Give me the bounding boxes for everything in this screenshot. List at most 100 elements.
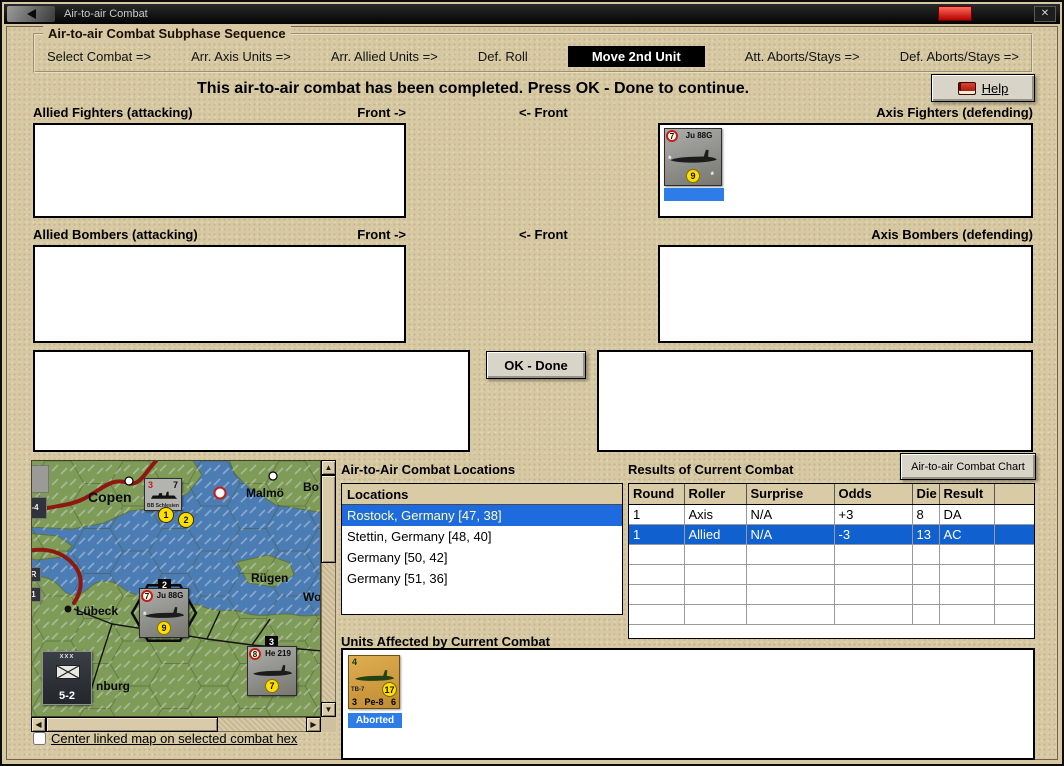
results-cell: +3 xyxy=(833,503,913,525)
results-column-header: Odds xyxy=(833,484,913,505)
combat-chart-button[interactable]: Air-to-air Combat Chart xyxy=(900,453,1036,480)
star-mark: * xyxy=(668,154,672,164)
map[interactable]: Copen Malmö Bo Rügen Wol Lübeck nburg 3 … xyxy=(31,460,321,717)
window-title: Air-to-air Combat xyxy=(64,8,148,20)
right-info-panel[interactable] xyxy=(597,350,1033,452)
results-cell: N/A xyxy=(745,503,835,525)
axis-bombers-panel[interactable] xyxy=(658,245,1033,343)
map-label-bo: Bo xyxy=(303,480,319,494)
results-column-header: Surprise xyxy=(745,484,835,505)
h-scrollbar-thumb[interactable] xyxy=(46,717,218,732)
map-marker-chip[interactable]: 2 xyxy=(178,512,194,528)
system-menu-icon[interactable] xyxy=(7,6,55,22)
star-mark: * xyxy=(710,170,714,180)
unit-name: Ju 88G xyxy=(685,131,713,140)
map-label-wol: Wol xyxy=(303,590,320,604)
unit-counter-pe8[interactable]: 4 TB-7 17 3 Pe-8 6 xyxy=(348,655,400,709)
scroll-up-button[interactable]: ▲ xyxy=(321,460,336,475)
results-cell: Axis xyxy=(683,503,747,525)
help-button[interactable]: Help xyxy=(931,74,1035,102)
allied-bombers-label: Allied Bombers (attacking) xyxy=(33,227,198,242)
results-cell: DA xyxy=(938,503,995,525)
air-to-air-badge: 8 xyxy=(249,648,261,660)
front-left-label-1: <- Front xyxy=(519,105,568,120)
map-horizontal-scrollbar[interactable]: ◀ ▶ xyxy=(31,717,321,732)
phase-arr-axis-units: Arr. Axis Units => xyxy=(191,49,291,64)
range-badge: 7 xyxy=(265,679,279,693)
v-scrollbar-thumb[interactable] xyxy=(321,475,336,563)
location-item[interactable]: Germany [50, 42] xyxy=(342,547,622,568)
results-cell: N/A xyxy=(745,523,835,545)
edge-counter: R xyxy=(32,567,41,582)
allied-fighters-label: Allied Fighters (attacking) xyxy=(33,105,193,120)
left-info-panel[interactable] xyxy=(33,350,470,452)
results-empty-row xyxy=(629,603,1034,625)
axis-fighters-label: Axis Fighters (defending) xyxy=(876,105,1033,120)
scroll-left-button[interactable]: ◀ xyxy=(31,717,46,732)
map-unit-ju88g[interactable]: 7 Ju 88G * 9 xyxy=(139,588,189,638)
results-cell: 13 xyxy=(911,523,940,545)
results-row[interactable]: 1 Allied N/A -3 13 AC xyxy=(629,523,1034,545)
unit-name: He 219 xyxy=(265,649,291,658)
plane-silhouette-icon xyxy=(670,149,717,163)
map-marker-chip[interactable]: 1 xyxy=(158,507,174,523)
phase-move-2nd-unit: Move 2nd Unit xyxy=(567,46,705,67)
map-label-rugen: Rügen xyxy=(251,571,288,585)
results-cell: -3 xyxy=(833,523,913,545)
results-row[interactable]: 1 Axis N/A +3 8 DA xyxy=(629,503,1034,525)
unit-symbol-icon xyxy=(56,665,80,679)
results-column-header: Result xyxy=(938,484,995,505)
allied-bombers-panel[interactable] xyxy=(33,245,406,343)
air-to-air-badge: 7 xyxy=(666,130,678,142)
bomber-attack: 4 xyxy=(352,657,358,667)
scrollbar-corner xyxy=(321,717,336,732)
center-map-checkbox-row: Center linked map on selected combat hex xyxy=(33,731,297,746)
phase-def-aborts-stays: Def. Aborts/Stays => xyxy=(899,49,1019,64)
naval-defense: 7 xyxy=(172,480,178,490)
scroll-down-button[interactable]: ▼ xyxy=(321,702,336,717)
phase-arr-allied-units: Arr. Allied Units => xyxy=(330,49,438,64)
results-cell: 1 xyxy=(629,503,685,525)
star-mark: * xyxy=(143,610,147,620)
client-area: Air-to-air Combat Subphase Sequence Sele… xyxy=(6,26,1058,760)
unit-counter-ju88g[interactable]: 7 Ju 88G * * 9 xyxy=(664,128,722,186)
unit-status-badge: Aborted xyxy=(348,713,402,728)
subphase-groupbox: Air-to-air Combat Subphase Sequence Sele… xyxy=(33,26,1033,73)
ok-done-button[interactable]: OK - Done xyxy=(486,351,586,379)
allied-fighters-panel[interactable] xyxy=(33,123,406,218)
axis-fighters-panel[interactable]: 7 Ju 88G * * 9 xyxy=(658,123,1033,218)
scroll-right-button[interactable]: ▶ xyxy=(306,717,321,732)
titlebar: Air-to-air Combat ✕ xyxy=(4,4,1060,24)
units-affected-panel[interactable]: 4 TB-7 17 3 Pe-8 6 Aborted xyxy=(341,648,1035,760)
locations-header: Locations xyxy=(342,484,622,505)
phase-def-roll: Def. Roll xyxy=(477,49,528,64)
front-right-label-2: Front -> xyxy=(357,227,406,242)
subphase-groupbox-title: Air-to-air Combat Subphase Sequence xyxy=(43,26,291,41)
range-badge: 9 xyxy=(157,621,171,635)
front-left-label-2: <- Front xyxy=(519,227,568,242)
location-item[interactable]: Stettin, Germany [48, 40] xyxy=(342,526,622,547)
results-column-header: Die xyxy=(911,484,940,505)
center-map-checkbox[interactable] xyxy=(33,732,46,745)
unit-selection-bar xyxy=(664,188,724,201)
edge-counter xyxy=(32,465,49,493)
ship-silhouette-icon xyxy=(150,491,178,499)
results-cell xyxy=(993,503,1034,525)
results-column-header xyxy=(993,484,1034,505)
results-empty-row xyxy=(629,583,1034,605)
map-naval-counter[interactable]: 3 7 BB Schlesien xyxy=(144,478,182,511)
location-item[interactable]: Rostock, Germany [47, 38] xyxy=(342,505,622,526)
titlebar-red-button[interactable] xyxy=(938,6,972,21)
naval-attack: 3 xyxy=(148,480,154,490)
map-unit-he219[interactable]: 8 He 219 7 xyxy=(247,646,297,696)
location-item[interactable]: Germany [51, 36] xyxy=(342,568,622,589)
close-icon[interactable]: ✕ xyxy=(1034,6,1056,22)
map-ground-unit[interactable]: xxx 5-2 xyxy=(42,651,92,705)
locations-title: Air-to-Air Combat Locations xyxy=(341,462,516,477)
scroll-left-icon: ◀ xyxy=(35,719,42,729)
subphase-sequence: Select Combat => Arr. Axis Units => Arr.… xyxy=(47,46,1019,67)
results-column-header: Roller xyxy=(683,484,747,505)
center-map-checkbox-label[interactable]: Center linked map on selected combat hex xyxy=(51,731,297,746)
results-empty-row xyxy=(629,543,1034,565)
map-vertical-scrollbar[interactable]: ▲ ▼ xyxy=(321,460,336,717)
